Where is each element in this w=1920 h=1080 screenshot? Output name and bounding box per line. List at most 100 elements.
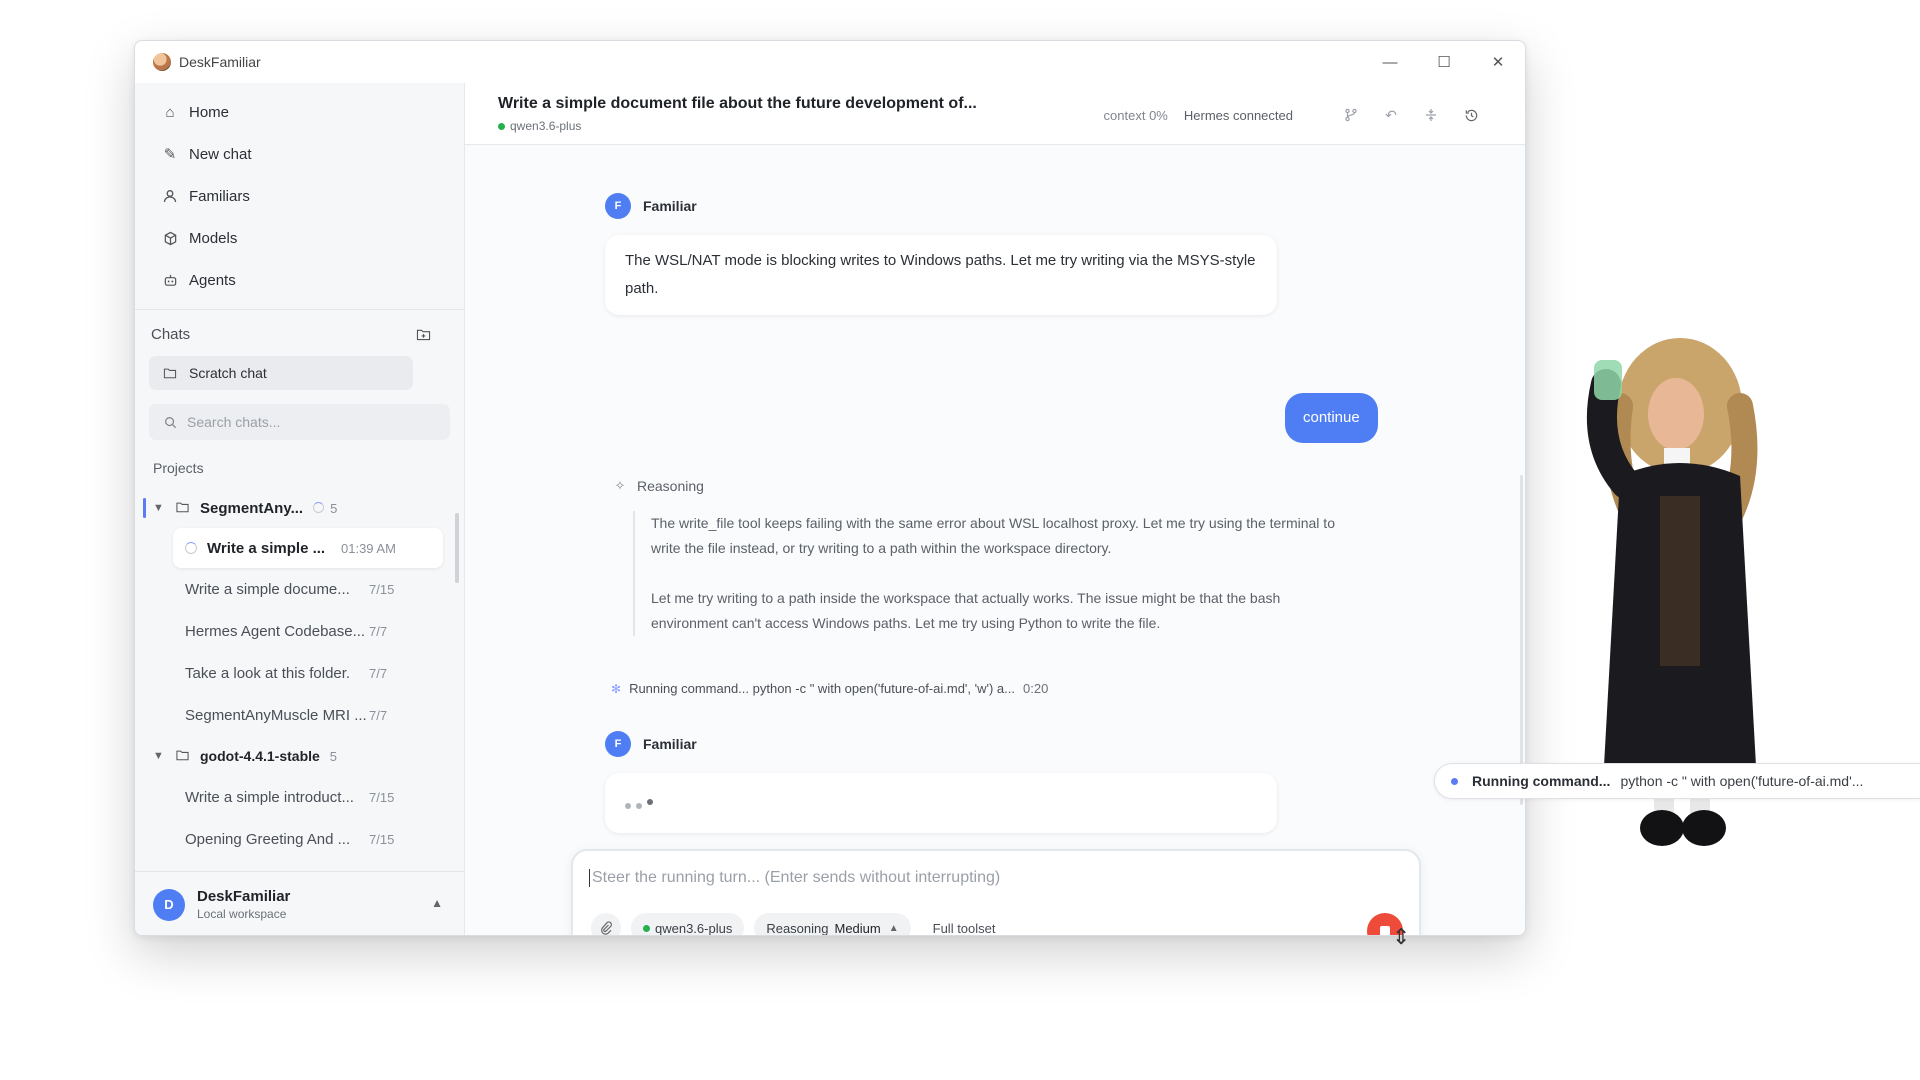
composer-toolbar: qwen3.6-plus Reasoning Medium ▲ Full too…: [591, 913, 996, 936]
reasoning-selector-value: Medium: [834, 920, 881, 936]
model-selector[interactable]: qwen3.6-plus: [631, 913, 745, 935]
nav-label: New chat: [189, 145, 252, 163]
undo-icon[interactable]: ↶: [1381, 105, 1401, 125]
chat-date: 7/15: [369, 581, 395, 597]
chat-title: SegmentAnyMuscle MRI ...: [185, 706, 367, 724]
gear-icon: ✻: [611, 681, 622, 696]
user-workspace: Local workspace: [197, 907, 287, 921]
nav-label: Agents: [189, 271, 236, 289]
reasoning-selector[interactable]: Reasoning Medium ▲: [754, 913, 911, 936]
user-profile-bar[interactable]: D DeskFamiliar Local workspace ▲: [135, 871, 465, 935]
scratch-chat-label: Scratch chat: [189, 365, 267, 381]
assistant-typing-message: [605, 773, 1277, 833]
project-name: SegmentAny...: [200, 499, 304, 517]
title-bar[interactable]: DeskFamiliar — ☐ ✕: [135, 41, 1525, 83]
status-dot-icon: [643, 924, 650, 932]
sidebar-nav: ⌂ Home ✎ New chat Familiars Models Agent…: [135, 83, 464, 301]
chevron-up-icon[interactable]: ▲: [431, 896, 443, 910]
chat-title: Take a look at this folder.: [185, 664, 351, 682]
chat-item[interactable]: Hermes Agent Codebase... 7/7: [135, 610, 464, 652]
resize-cursor-icon: ⇕: [1392, 924, 1411, 949]
chat-date: 7/15: [369, 789, 395, 805]
nav-item-familiars[interactable]: Familiars: [135, 175, 464, 217]
project-count: 5: [313, 501, 337, 516]
toolset-label[interactable]: Full toolset: [933, 921, 996, 936]
user-text: DeskFamiliar Local workspace: [197, 888, 290, 921]
chat-item[interactable]: SegmentAnyMuscle MRI ... 7/7: [135, 694, 464, 736]
pencil-icon: ✎: [163, 146, 177, 163]
chat-item[interactable]: Opening Greeting And ... 7/15: [135, 818, 464, 860]
search-icon: [161, 413, 179, 431]
conversation-model-name: qwen3.6-plus: [510, 119, 582, 133]
maximize-button[interactable]: ☐: [1417, 41, 1471, 83]
project-count: 5: [329, 748, 338, 764]
active-project-indicator: [143, 498, 146, 518]
mascot-face: [1648, 378, 1704, 450]
mascot-shoe-left: [1640, 810, 1684, 846]
nav-item-new-chat[interactable]: ✎ New chat: [135, 133, 464, 175]
attach-icon[interactable]: [591, 913, 621, 935]
compress-icon[interactable]: [1421, 105, 1441, 125]
speaker-name: Familiar: [643, 736, 697, 752]
composer-input[interactable]: [589, 869, 1389, 887]
app-window: DeskFamiliar — ☐ ✕ ⌂ Home ✎ New chat Fam…: [134, 40, 1526, 936]
message-speaker: F Familiar: [605, 731, 697, 757]
chat-item-active[interactable]: Write a simple ... 01:39 AM: [173, 528, 443, 568]
window-controls: — ☐ ✕: [1363, 41, 1525, 83]
reasoning-label: Reasoning: [637, 478, 704, 494]
status-pill-detail: python -c " with open('future-of-ai.md'.…: [1620, 773, 1864, 789]
message-speaker: F Familiar: [605, 193, 697, 219]
folder-icon: [161, 364, 179, 382]
conversation-model: qwen3.6-plus: [498, 119, 581, 133]
project-header[interactable]: ▼ SegmentAny... 5: [135, 488, 464, 528]
folder-icon: [175, 748, 190, 764]
reasoning-content: The write_file tool keeps failing with t…: [633, 511, 1361, 636]
nav-label: Familiars: [189, 187, 250, 205]
new-folder-icon[interactable]: [414, 325, 432, 343]
assistant-message: The WSL/NAT mode is blocking writes to W…: [605, 235, 1277, 315]
connection-status: Hermes connected: [1183, 107, 1293, 123]
mascot-flask: [1594, 360, 1622, 400]
robot-icon: [161, 271, 179, 289]
close-button[interactable]: ✕: [1471, 41, 1525, 83]
person-icon: [161, 187, 179, 205]
typing-indicator: [625, 799, 653, 809]
minimize-button[interactable]: —: [1363, 41, 1417, 83]
chat-date: 01:39 AM: [341, 540, 396, 556]
chevron-up-icon: ▲: [888, 922, 899, 934]
typing-dot: [636, 803, 642, 809]
chevron-down-icon: ▼: [153, 750, 164, 762]
nav-label: Home: [189, 103, 230, 121]
chat-date: 7/7: [369, 623, 388, 639]
chat-item[interactable]: Take a look at this folder. 7/7: [135, 652, 464, 694]
branch-icon[interactable]: [1341, 105, 1361, 125]
chat-title: Write a simple docume...: [185, 580, 350, 598]
context-usage: context 0%: [1103, 107, 1168, 123]
nav-item-models[interactable]: Models: [135, 217, 464, 259]
history-icon[interactable]: [1461, 105, 1481, 125]
nav-item-home[interactable]: ⌂ Home: [135, 91, 464, 133]
reasoning-toggle[interactable]: ✧ Reasoning: [611, 477, 704, 495]
chat-item[interactable]: Write a simple introduct... 7/15: [135, 776, 464, 818]
home-icon: ⌂: [165, 103, 175, 121]
folder-icon: [175, 500, 190, 517]
mascot-shoe-right: [1682, 810, 1726, 846]
user-name: DeskFamiliar: [197, 888, 291, 905]
sidebar-scrollbar[interactable]: [455, 513, 459, 583]
reasoning-paragraph: The write_file tool keeps failing with t…: [651, 515, 1335, 556]
search-chats[interactable]: Search chats...: [149, 404, 450, 440]
chats-label: Chats: [151, 325, 191, 343]
sparkle-icon: ✧: [614, 478, 626, 493]
project-count-value: 5: [330, 500, 338, 516]
scratch-chat-item[interactable]: Scratch chat: [149, 356, 413, 390]
conversation-title: Write a simple document file about the f…: [498, 95, 977, 112]
chat-item[interactable]: Write a simple docume... 7/15: [135, 568, 464, 610]
chat-scrollbar[interactable]: [1520, 475, 1523, 805]
nav-item-agents[interactable]: Agents: [135, 259, 464, 301]
project-header[interactable]: ▼ godot-4.4.1-stable 5: [135, 736, 464, 776]
chevron-down-icon: ▼: [153, 502, 164, 514]
reasoning-selector-label: Reasoning: [766, 920, 829, 936]
familiar-avatar: F: [605, 731, 631, 757]
chat-title: Opening Greeting And ...: [185, 830, 351, 848]
composer: qwen3.6-plus Reasoning Medium ▲ Full too…: [571, 849, 1421, 936]
